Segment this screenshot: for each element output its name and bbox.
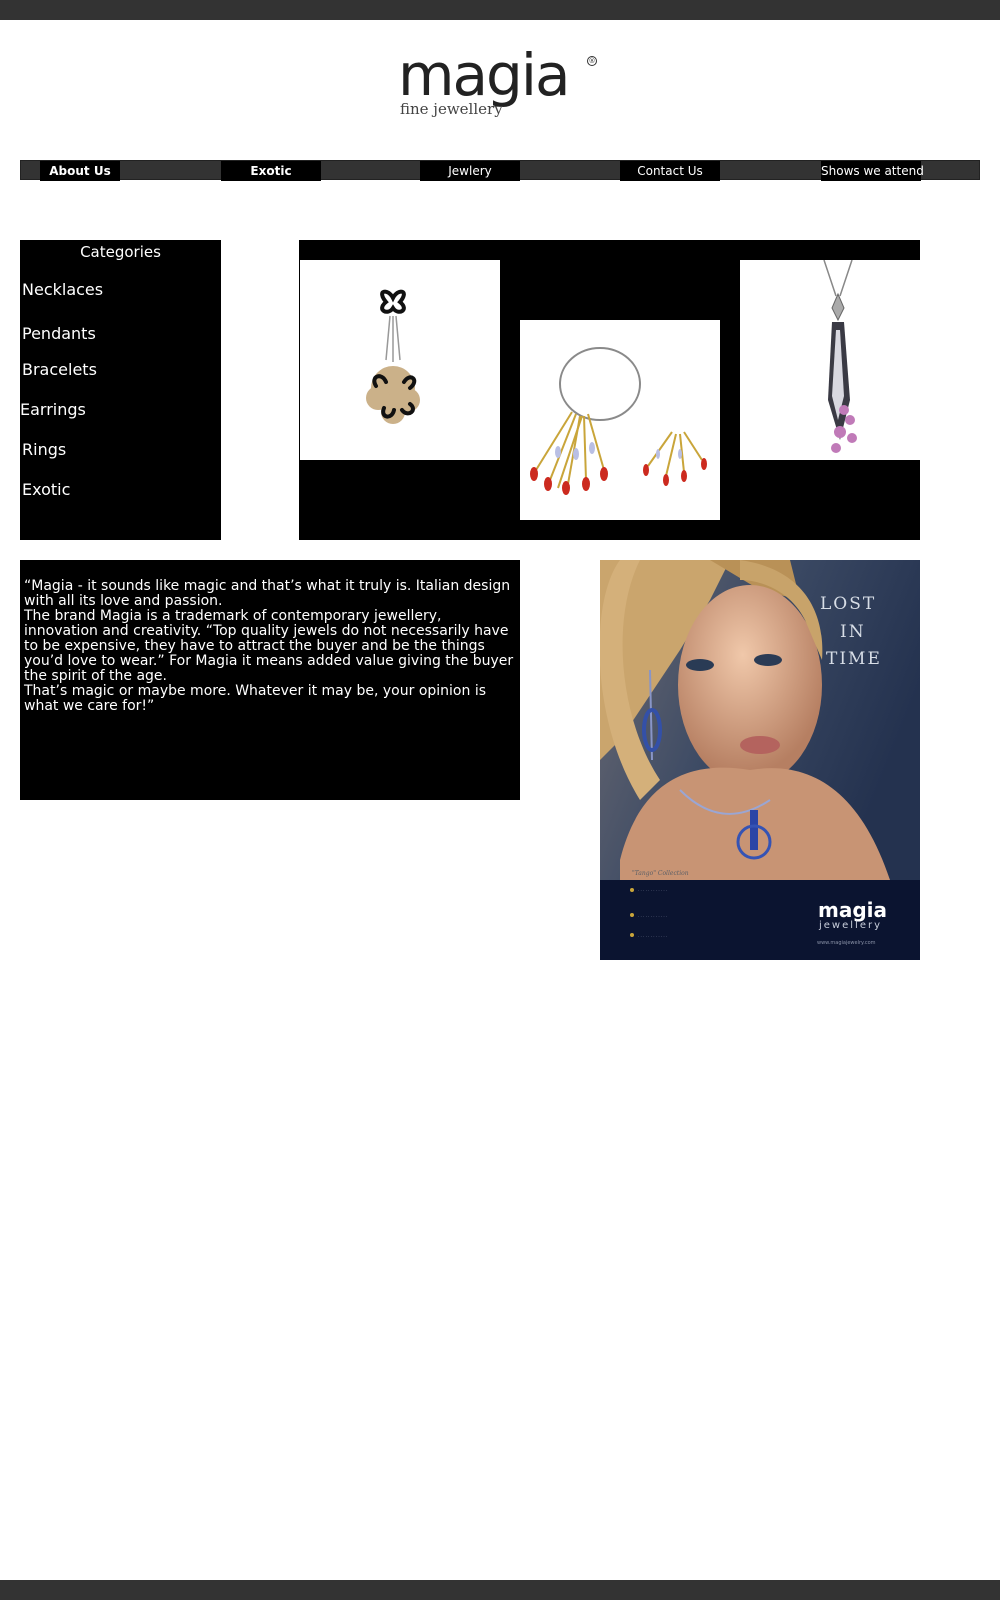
brand-quote: “Magia - it sounds like magic and that’s… — [20, 560, 520, 800]
categories-panel: Categories Necklaces Pendants Bracelets … — [20, 240, 221, 540]
logo-wordmark: magia — [398, 41, 571, 109]
quote-paragraph: The brand Magia is a trademark of contem… — [24, 608, 514, 684]
ad-headline-line: IN — [840, 622, 866, 642]
nav-exotic[interactable]: Exotic — [221, 161, 321, 181]
main-nav: About Us Exotic Jewlery Contact Us Shows… — [20, 160, 980, 181]
top-bar — [0, 0, 1000, 20]
categories-title: Categories — [80, 243, 161, 261]
category-rings[interactable]: Rings — [22, 440, 66, 459]
category-bracelets[interactable]: Bracelets — [22, 360, 97, 379]
product-image-earring[interactable] — [300, 260, 500, 460]
magia-logo[interactable]: magia ® fine jewellery — [398, 46, 604, 122]
category-exotic[interactable]: Exotic — [22, 480, 70, 499]
category-necklaces[interactable]: Necklaces — [22, 280, 103, 299]
category-pendants[interactable]: Pendants — [22, 324, 96, 343]
category-earrings[interactable]: Earrings — [20, 400, 86, 419]
nav-shows-we-attend[interactable]: Shows we attend — [821, 161, 924, 181]
product-image-necklace-set[interactable] — [520, 320, 720, 520]
ad-headline-line: TIME — [826, 649, 882, 669]
ad-contact-line: · · · · · · · · · · · · — [638, 888, 668, 893]
ad-brand-sub: jewellery — [819, 920, 882, 931]
logo-tagline: fine jewellery — [400, 100, 503, 118]
nav-about-us[interactable]: About Us — [40, 161, 120, 181]
quote-paragraph: “Magia - it sounds like magic and that’s… — [24, 578, 511, 609]
product-image-pendant[interactable] — [740, 259, 940, 460]
ad-lost-in-time[interactable]: LOST IN TIME "Tango" Collection · · · · … — [600, 560, 920, 960]
quote-paragraph: That’s magic or maybe more. Whatever it … — [24, 683, 487, 714]
ad-url: www.magiajewelry.com — [817, 940, 876, 946]
product-showcase — [299, 240, 940, 540]
ad-brand: magia — [818, 898, 888, 922]
registered-mark: ® — [587, 56, 597, 66]
bottom-bar — [0, 1580, 1000, 1600]
ad-collection-label: "Tango" Collection — [632, 870, 689, 877]
ad-contact-line: · · · · · · · · · · · · — [638, 914, 668, 919]
ad-headline-line: LOST — [820, 594, 877, 614]
nav-contact-us[interactable]: Contact Us — [620, 161, 720, 181]
ad-contact-line: · · · · · · · · · · · · — [638, 934, 668, 939]
nav-jewlery[interactable]: Jewlery — [420, 161, 520, 181]
